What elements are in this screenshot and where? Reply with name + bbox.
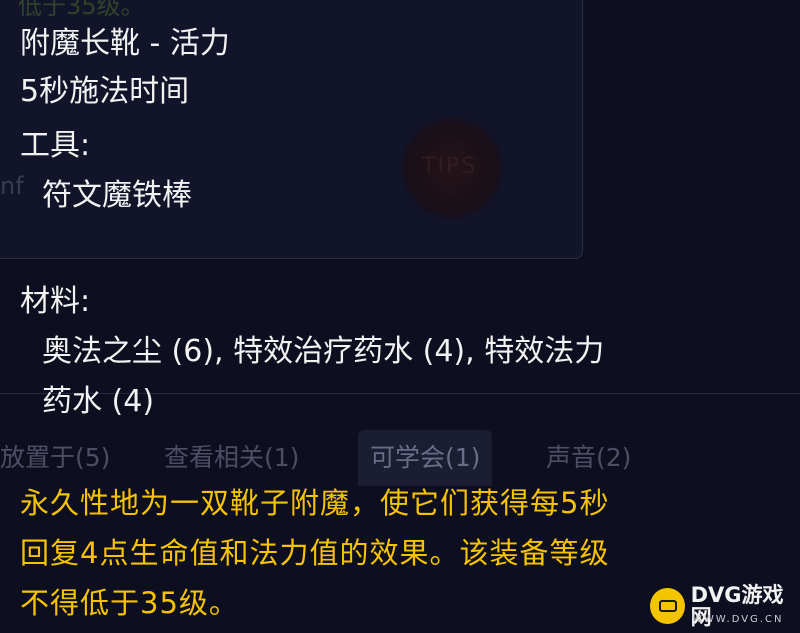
description-line-1: 永久性地为一双靴子附魔，使它们获得每5秒 [20,486,610,520]
materials-line-2: 药水 (4) [42,384,155,419]
tab-view-related[interactable]: 查看相关(1) [152,430,311,486]
background-faint-side-text: nf [0,172,24,200]
materials-line-1: 奥法之尘 (6), 特效治疗药水 (4), 特效法力 [42,334,605,369]
tab-bar: 放置于(5) 查看相关(1) 可学会(1) 声音(2) [0,430,800,486]
cast-time: 5秒施法时间 [20,74,190,109]
site-watermark: DVG游戏网 WWW.DVG.CN [650,584,800,628]
tools-label: 工具: [20,128,91,163]
tool-item: 符文魔铁棒 [42,178,192,213]
description-line-2: 回复4点生命值和法力值的效果。该装备等级 [20,536,610,570]
tab-placed-in[interactable]: 放置于(5) [0,430,122,486]
watermark-url: WWW.DVG.CN [692,614,784,625]
emblem-text: TIPS [422,154,478,179]
tab-sounds[interactable]: 声音(2) [534,430,643,486]
tab-can-learn[interactable]: 可学会(1) [358,430,493,486]
background-emblem-icon: TIPS [400,116,504,220]
gamepad-logo-icon [650,588,685,624]
materials-label: 材料: [20,284,91,319]
tooltip-title: 附魔长靴 - 活力 [20,26,230,61]
description-line-3: 不得低于35级。 [20,586,239,620]
